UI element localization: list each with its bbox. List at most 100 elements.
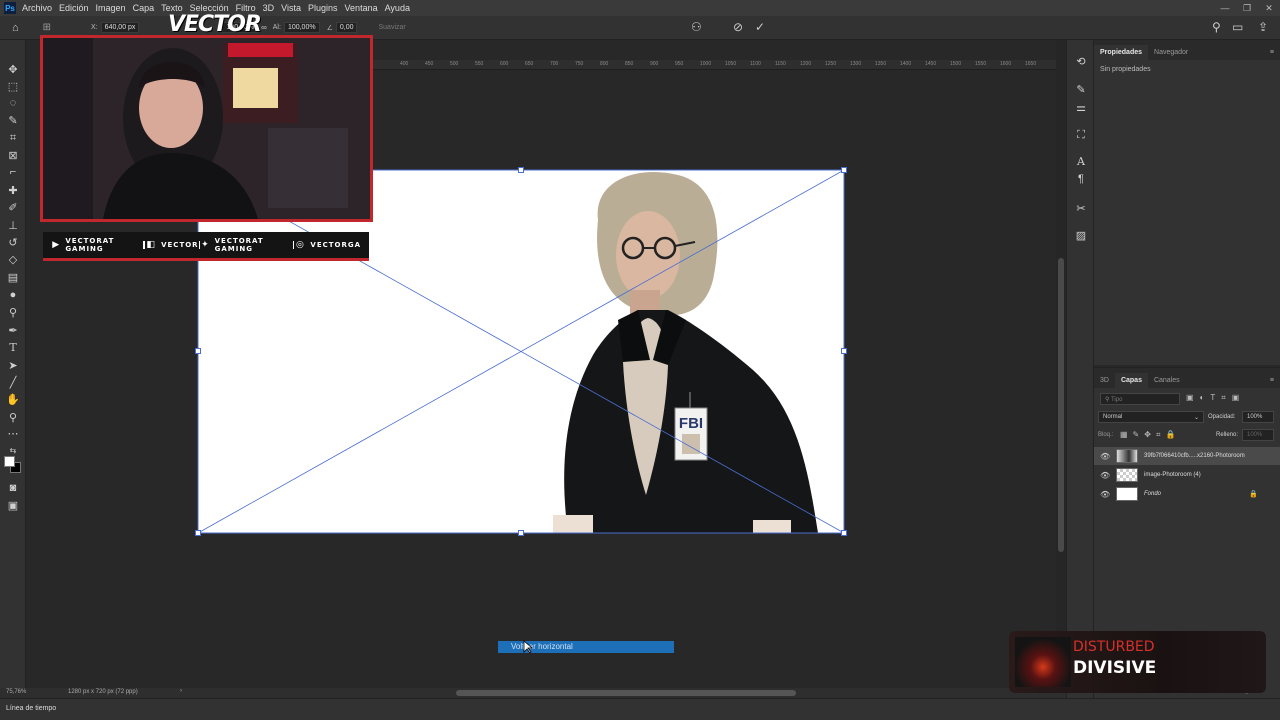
more-tools-icon[interactable]: ⋯ <box>6 426 20 440</box>
search-icon[interactable]: ⚲ <box>1212 20 1221 34</box>
panel-menu-icon[interactable]: ≡ <box>1264 45 1280 60</box>
filter-icons[interactable]: ▣◐T⌗▣ <box>1186 393 1245 403</box>
brush-settings-icon[interactable]: ✎ <box>1074 82 1088 96</box>
path-select-tool-icon[interactable]: ➤ <box>6 358 20 372</box>
ruler-tick: 1200 <box>800 61 812 67</box>
handle-bottom[interactable] <box>518 530 524 536</box>
quick-mask-icon[interactable]: ◙ <box>6 481 20 495</box>
link-icon[interactable]: ∞ <box>261 23 267 32</box>
handle-left[interactable] <box>195 348 201 354</box>
ruler-tick: 450 <box>425 61 434 67</box>
eye-icon[interactable]: 👁 <box>1100 471 1110 480</box>
line-tool-icon[interactable]: ╱ <box>6 375 20 389</box>
height-field[interactable]: 100,00% <box>283 22 320 33</box>
horizontal-scrollbar[interactable] <box>456 690 796 696</box>
vertical-scrollbar[interactable] <box>1056 40 1066 688</box>
ruler-tick: 500 <box>450 61 459 67</box>
tab-navigator[interactable]: Navegador <box>1148 45 1194 60</box>
layer-row[interactable]: 👁 image-Photoroom (4) <box>1094 466 1280 484</box>
screen-mode-icon[interactable]: ▣ <box>6 498 20 512</box>
handle-bottom-right[interactable] <box>841 530 847 536</box>
eyedropper-tool-icon[interactable]: ⌐ <box>6 165 20 179</box>
layer-row[interactable]: 👁 39fb7f066410cfb.....x2160-Photoroom <box>1094 447 1280 465</box>
lasso-tool-icon[interactable]: ◌ <box>6 96 20 110</box>
layer-filter-field[interactable]: ⚲ Tipo <box>1100 393 1180 405</box>
menu-imagen[interactable]: Imagen <box>96 3 126 13</box>
marquee-tool-icon[interactable]: ⬚ <box>6 79 20 93</box>
top-ruler: 400 450 500 550 600 650 700 750 800 850 900 950 1000… <box>370 60 1056 70</box>
tab-layers[interactable]: Capas <box>1114 373 1148 388</box>
close-icon[interactable]: ✕ <box>1258 0 1280 16</box>
timeline-label[interactable]: Línea de tiempo <box>6 705 56 712</box>
zoom-level[interactable]: 75,76% <box>6 689 26 695</box>
reference-point-icon[interactable]: ⊞ <box>43 22 51 33</box>
share-icon[interactable]: ⇪ <box>1258 20 1268 34</box>
fill-field[interactable]: 100% <box>1242 429 1274 441</box>
dodge-tool-icon[interactable]: ⚲ <box>6 305 20 319</box>
eraser-tool-icon[interactable]: ◇ <box>6 252 20 266</box>
layer-thumbnail <box>1116 487 1138 501</box>
healing-tool-icon[interactable]: ✚ <box>6 183 20 197</box>
tab-channels[interactable]: Canales <box>1148 373 1186 388</box>
lock-icons[interactable]: ▦✎✥⌗🔒 <box>1120 430 1180 440</box>
frame-tool-icon[interactable]: ⊠ <box>6 148 20 162</box>
pen-tool-icon[interactable]: ✒ <box>6 323 20 337</box>
tool-presets-icon[interactable]: ✂ <box>1074 201 1088 215</box>
tab-properties[interactable]: Propiedades <box>1094 45 1149 60</box>
menu-archivo[interactable]: Archivo <box>22 3 52 13</box>
angle-field[interactable]: 0,00 <box>335 22 358 33</box>
history-brush-tool-icon[interactable]: ↺ <box>6 235 20 249</box>
opacity-field[interactable]: 100% <box>1242 411 1274 423</box>
eye-icon[interactable]: 👁 <box>1100 490 1110 499</box>
handle-top-right[interactable] <box>841 167 847 173</box>
type-tool-icon[interactable]: T <box>6 340 20 354</box>
crop-tool-icon[interactable]: ⌗ <box>6 131 20 145</box>
menu-3d[interactable]: 3D <box>263 3 275 13</box>
maximize-icon[interactable]: ❐ <box>1236 0 1258 16</box>
menu-ventana[interactable]: Ventana <box>345 3 378 13</box>
zoom-tool-icon[interactable]: ⚲ <box>6 410 20 424</box>
minimize-icon[interactable]: — <box>1214 0 1236 16</box>
blur-tool-icon[interactable]: ● <box>6 288 20 302</box>
clone-stamp-tool-icon[interactable]: ⊥ <box>6 218 20 232</box>
photoshop-logo: Ps <box>4 2 16 14</box>
hand-tool-icon[interactable]: ✋ <box>6 392 20 406</box>
history-panel-icon[interactable]: ⟲ <box>1074 54 1088 68</box>
cancel-transform-icon[interactable]: ⊘ <box>733 20 743 34</box>
ruler-tick: 1300 <box>850 61 862 67</box>
menu-ayuda[interactable]: Ayuda <box>385 3 410 13</box>
handle-top[interactable] <box>518 167 524 173</box>
tab-3d[interactable]: 3D <box>1094 373 1115 388</box>
interpolation-select[interactable]: Suavizar <box>378 24 405 31</box>
paragraph-panel-icon[interactable]: ¶ <box>1074 172 1088 186</box>
eye-icon[interactable]: 👁 <box>1100 452 1110 461</box>
status-arrow-icon[interactable]: › <box>180 688 182 694</box>
layer-row[interactable]: 👁 Fondo 🔒 <box>1094 485 1280 503</box>
warp-icon[interactable]: ⚇ <box>691 20 702 34</box>
commit-transform-icon[interactable]: ✓ <box>755 20 765 34</box>
object-select-tool-icon[interactable]: ✎ <box>6 113 20 127</box>
home-icon[interactable]: ⌂ <box>12 22 19 34</box>
layers-menu-icon[interactable]: ≡ <box>1264 373 1280 388</box>
menu-vista[interactable]: Vista <box>281 3 301 13</box>
foreground-color-swatch[interactable] <box>4 456 15 467</box>
adjustments-icon[interactable]: ⚌ <box>1074 100 1088 114</box>
menu-plugins[interactable]: Plugins <box>308 3 338 13</box>
transform-bounding-box[interactable] <box>195 167 847 536</box>
gradient-tool-icon[interactable]: ▤ <box>6 270 20 284</box>
handle-right[interactable] <box>841 348 847 354</box>
brush-tool-icon[interactable]: ✐ <box>6 200 20 214</box>
character-panel-icon[interactable]: A <box>1074 154 1088 168</box>
blend-mode-select[interactable]: Normal ⌄ <box>1098 411 1204 423</box>
scroll-thumb[interactable] <box>1058 258 1064 552</box>
menu-edicion[interactable]: Edición <box>59 3 89 13</box>
move-tool-icon[interactable]: ✥ <box>6 62 20 76</box>
swap-colors-icon[interactable]: ⇆ <box>6 443 20 457</box>
layer-name: 39fb7f066410cfb.....x2160-Photoroom <box>1144 453 1245 459</box>
layer-comps-icon[interactable]: ⛶ <box>1074 128 1088 142</box>
libraries-icon[interactable]: ▨ <box>1074 228 1088 242</box>
x-field[interactable]: 640,00 px <box>100 22 140 33</box>
menu-capa[interactable]: Capa <box>133 3 155 13</box>
handle-bottom-left[interactable] <box>195 530 201 536</box>
workspace-icon[interactable]: ▭ <box>1232 20 1243 34</box>
